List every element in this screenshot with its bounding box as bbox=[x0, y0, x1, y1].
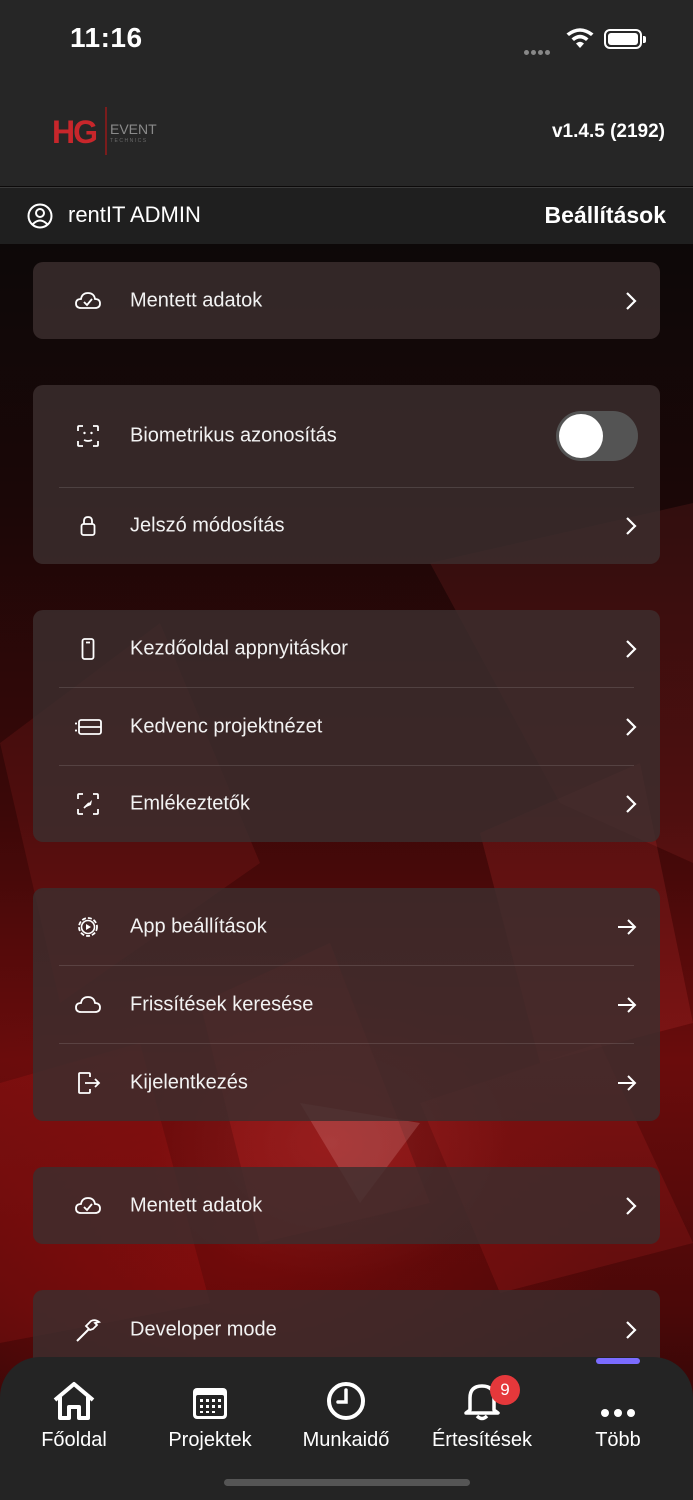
chevron-right-icon bbox=[626, 291, 637, 310]
tab-more[interactable]: Több bbox=[550, 1377, 686, 1452]
saved-data-card-bottom: Mentett adatok bbox=[33, 1167, 660, 1244]
phone-icon bbox=[81, 637, 95, 660]
wifi-icon bbox=[566, 28, 594, 48]
hammer-icon bbox=[76, 1319, 102, 1342]
tab-home-label: Főoldal bbox=[41, 1429, 107, 1451]
chevron-right-icon bbox=[626, 639, 637, 658]
app-actions-card: App beállítások Frissítések keresése Kij… bbox=[33, 888, 660, 1121]
lock-icon bbox=[80, 516, 96, 536]
user-bar: rentIT ADMIN Beállítások bbox=[0, 187, 693, 244]
tab-notifications[interactable]: 9 Értesítések bbox=[414, 1375, 550, 1452]
list-view-icon bbox=[75, 718, 102, 735]
password-label: Jelszó módosítás bbox=[130, 514, 285, 537]
tab-more-label: Több bbox=[595, 1429, 641, 1451]
arrow-right-icon bbox=[618, 1074, 637, 1091]
project-view-row[interactable]: Kedvenc projektnézet bbox=[33, 688, 660, 765]
clock-icon bbox=[327, 1382, 365, 1420]
saved-data-row-bottom[interactable]: Mentett adatok bbox=[33, 1167, 660, 1244]
status-bar: 11:16 bbox=[0, 0, 693, 80]
app-version: v1.4.5 (2192) bbox=[551, 121, 665, 142]
app-settings-row[interactable]: App beállítások bbox=[33, 888, 660, 965]
user-circle-icon bbox=[27, 203, 53, 229]
face-id-icon bbox=[77, 425, 99, 447]
saved-data-card: Mentett adatok bbox=[33, 262, 660, 339]
logout-row[interactable]: Kijelentkezés bbox=[33, 1044, 660, 1121]
arrow-right-icon bbox=[618, 918, 637, 935]
more-icon bbox=[601, 1409, 635, 1417]
reminder-icon bbox=[77, 793, 99, 815]
logo-word: EVENT bbox=[110, 121, 157, 137]
logo-letters: HG bbox=[52, 114, 96, 150]
saved-data-label: Mentett adatok bbox=[130, 289, 263, 311]
biometric-toggle[interactable] bbox=[556, 411, 638, 461]
cellular-signal-icon bbox=[524, 42, 552, 60]
status-time: 11:16 bbox=[70, 22, 143, 53]
logo-sub: TECHNICS bbox=[110, 138, 148, 144]
chevron-right-icon bbox=[626, 795, 637, 813]
updates-row[interactable]: Frissítések keresése bbox=[33, 966, 660, 1043]
biometric-label: Biometrikus azonosítás bbox=[130, 424, 337, 447]
gear-icon bbox=[78, 916, 98, 937]
username: rentIT ADMIN bbox=[68, 202, 201, 227]
calendar-icon bbox=[193, 1388, 227, 1419]
logout-label: Kijelentkezés bbox=[130, 1071, 248, 1093]
cloud-icon bbox=[75, 995, 101, 1013]
tab-notifications-label: Értesítések bbox=[431, 1429, 533, 1451]
start-page-row[interactable]: Kezdőoldal appnyitáskor bbox=[33, 610, 660, 687]
active-tab-indicator bbox=[596, 1358, 640, 1364]
chevron-right-icon bbox=[626, 1196, 637, 1215]
chevron-right-icon bbox=[626, 517, 637, 535]
logout-icon bbox=[78, 1071, 101, 1094]
password-row[interactable]: Jelszó módosítás bbox=[33, 488, 660, 564]
cloud-check-icon bbox=[75, 1196, 101, 1214]
preferences-card: Kezdőoldal appnyitáskor Kedvenc projektn… bbox=[33, 610, 660, 842]
chevron-right-icon bbox=[626, 717, 637, 736]
saved-data-label-bottom: Mentett adatok bbox=[130, 1194, 263, 1216]
home-icon bbox=[53, 1382, 95, 1420]
updates-label: Frissítések keresése bbox=[130, 993, 314, 1015]
project-view-label: Kedvenc projektnézet bbox=[130, 715, 323, 737]
reminders-label: Emlékeztetők bbox=[130, 792, 251, 815]
tab-worktime[interactable]: Munkaidő bbox=[278, 1377, 414, 1452]
tab-worktime-label: Munkaidő bbox=[302, 1429, 390, 1451]
cloud-check-icon bbox=[75, 291, 101, 309]
tab-home[interactable]: Főoldal bbox=[6, 1377, 142, 1452]
chevron-right-icon bbox=[626, 1321, 637, 1339]
reminders-row[interactable]: Emlékeztetők bbox=[33, 766, 660, 842]
battery-icon bbox=[604, 29, 646, 49]
developer-mode-label: Developer mode bbox=[130, 1318, 277, 1341]
page-title: Beállítások bbox=[544, 202, 666, 228]
start-page-label: Kezdőoldal appnyitáskor bbox=[130, 637, 348, 659]
biometric-row: Biometrikus azonosítás bbox=[33, 385, 660, 487]
tab-projects-label: Projektek bbox=[168, 1429, 252, 1451]
saved-data-row[interactable]: Mentett adatok bbox=[33, 262, 660, 339]
security-card: Biometrikus azonosítás Jelszó módosítás bbox=[33, 385, 660, 564]
app-settings-label: App beállítások bbox=[130, 915, 267, 937]
tab-projects[interactable]: Projektek bbox=[142, 1377, 278, 1452]
arrow-right-icon bbox=[618, 996, 637, 1013]
home-indicator bbox=[224, 1479, 470, 1486]
toggle-knob bbox=[559, 414, 603, 458]
brand-logo: HG EVENT TECHNICS bbox=[52, 105, 164, 162]
notification-badge: 9 bbox=[490, 1375, 520, 1405]
